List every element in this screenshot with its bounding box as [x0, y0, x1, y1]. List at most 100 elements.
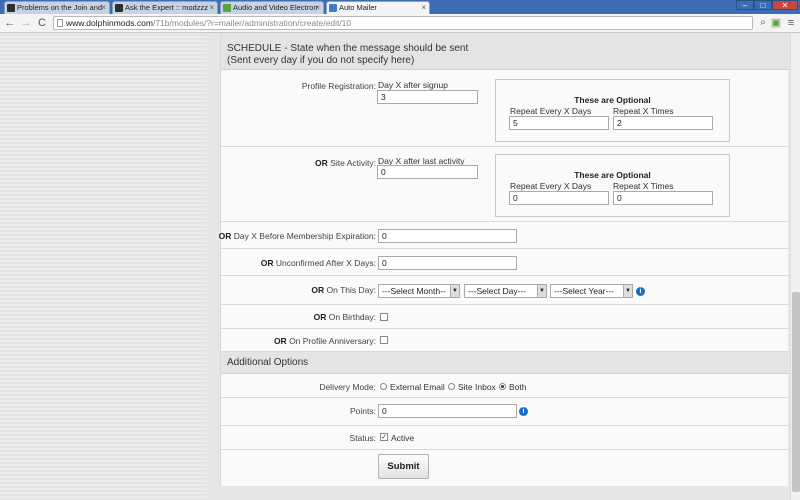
browser-tab[interactable]: Problems on the Join and × [4, 1, 110, 14]
url-path: /71b/modules/?r=mailer/administration/cr… [152, 18, 352, 28]
or-label: OR [273, 336, 287, 346]
info-icon[interactable]: i [636, 287, 645, 296]
year-select-value: ---Select Year--- [554, 286, 614, 296]
page-scrollbar[interactable] [790, 34, 800, 500]
forward-icon[interactable]: → [20, 17, 32, 29]
minimize-button[interactable]: – [736, 0, 754, 10]
form-panel: SCHEDULE - State when the message should… [218, 34, 789, 486]
day-select[interactable]: ---Select Day--- ▼ [464, 284, 547, 298]
url-host: www.dolphinmods.com [66, 18, 153, 28]
activity-optional-box: These are Optional Repeat Every X Days R… [495, 154, 730, 217]
birthday-checkbox[interactable] [380, 313, 388, 321]
tab-label: Audio and Video Electron [233, 3, 318, 12]
extension-icon[interactable]: ▣ [770, 17, 782, 29]
repeat-times-input[interactable]: 2 [613, 116, 713, 130]
additional-options-heading: Additional Options [221, 352, 789, 374]
back-icon[interactable]: ← [4, 17, 16, 29]
browser-toolbar: ← → C www.dolphinmods.com/71b/modules/?r… [0, 14, 800, 33]
page: SCHEDULE - State when the message should… [0, 34, 800, 500]
site-favicon-icon [329, 4, 337, 12]
radio-site-inbox[interactable] [448, 383, 455, 390]
schedule-heading-line1: SCHEDULE - State when the message should… [227, 43, 469, 54]
radio-both[interactable] [499, 383, 506, 390]
profile-registration-label: Profile Registration: [301, 81, 376, 91]
browser-tab[interactable]: Ask the Expert :: modzzz × [112, 1, 218, 14]
address-bar[interactable]: www.dolphinmods.com/71b/modules/?r=maile… [53, 16, 753, 30]
menu-icon[interactable]: ≡ [785, 17, 797, 29]
browser-tab[interactable]: Audio and Video Electron × [220, 1, 324, 14]
status-active-label: Active [391, 433, 415, 443]
schedule-heading-line2: (Sent every day if you do not specify he… [227, 55, 415, 66]
membership-expiration-row: OR Day X Before Membership Expiration: 0 [218, 222, 789, 249]
or-label: OR [311, 285, 325, 295]
anniversary-checkbox[interactable] [380, 336, 388, 344]
points-row: Points: 0 i [221, 398, 789, 426]
site-activity-label: OR Site Activity: [315, 158, 376, 168]
site-favicon-icon [223, 4, 231, 12]
status-checkbox[interactable]: ✓ [380, 433, 388, 441]
both-label: Both [509, 382, 527, 392]
delivery-mode-label: Delivery Mode: [319, 382, 376, 392]
dropdown-arrow-icon: ▼ [450, 285, 459, 297]
or-label: OR [260, 258, 274, 268]
dropdown-arrow-icon: ▼ [537, 285, 546, 297]
maximize-button[interactable]: □ [754, 0, 772, 10]
status-label: Status: [349, 433, 376, 443]
profile-registration-row: Profile Registration: Day X after signup… [221, 70, 789, 147]
repeat-times-input[interactable]: 0 [613, 191, 713, 205]
zoom-icon[interactable]: ⌕ [757, 17, 769, 29]
or-label: OR [313, 312, 327, 322]
repeat-times-label: Repeat X Times [613, 181, 674, 191]
day-select-value: ---Select Day--- [468, 286, 527, 296]
site-inbox-label: Site Inbox [458, 382, 496, 392]
birthday-row: OR On Birthday: [221, 305, 789, 329]
external-email-label: External Email [390, 382, 445, 392]
points-input[interactable]: 0 [378, 404, 517, 418]
day-after-signup-label: Day X after signup [378, 80, 448, 90]
close-tab-icon[interactable]: × [315, 2, 320, 14]
day-after-signup-input[interactable]: 3 [377, 90, 478, 104]
tab-label: Problems on the Join and [17, 3, 103, 12]
month-select[interactable]: ---Select Month-- ▼ [378, 284, 460, 298]
unconfirmed-row: OR Unconfirmed After X Days: 0 [221, 249, 789, 276]
left-column [0, 34, 207, 500]
dropdown-arrow-icon: ▼ [623, 285, 632, 297]
points-label: Points: [350, 406, 376, 416]
membership-expiration-input[interactable]: 0 [378, 229, 517, 243]
info-icon[interactable]: i [519, 407, 528, 416]
browser-tab-active[interactable]: Auto Mailer × [326, 1, 430, 14]
optional-title: These are Optional [574, 170, 651, 180]
close-tab-icon[interactable]: × [209, 2, 214, 14]
membership-expiration-text: Day X Before Membership Expiration: [233, 231, 376, 241]
browser-tab-bar: Problems on the Join and × Ask the Exper… [0, 0, 800, 14]
anniversary-row: OR On Profile Anniversary: [221, 329, 789, 352]
schedule-heading: SCHEDULE - State when the message should… [221, 34, 789, 70]
on-this-day-row: OR On This Day: ---Select Month-- ▼ ---S… [221, 276, 789, 305]
radio-external-email[interactable] [380, 383, 387, 390]
scrollbar-thumb[interactable] [792, 292, 800, 492]
close-window-button[interactable]: ✕ [772, 0, 798, 10]
delivery-mode-row: Delivery Mode: External Email Site Inbox… [221, 374, 789, 398]
close-tab-icon[interactable]: × [421, 2, 426, 14]
reload-icon[interactable]: C [36, 17, 48, 29]
birthday-text: On Birthday: [328, 312, 376, 322]
site-activity-row: OR Site Activity: Day X after last activ… [221, 147, 789, 222]
or-label: OR [315, 158, 328, 168]
site-favicon-icon [7, 4, 15, 12]
on-this-day-text: On This Day: [326, 285, 376, 295]
status-row: Status: ✓ Active [221, 426, 789, 450]
page-icon [57, 19, 63, 27]
unconfirmed-input[interactable]: 0 [378, 256, 517, 270]
day-after-activity-input[interactable]: 0 [377, 165, 478, 179]
repeat-days-input[interactable]: 5 [509, 116, 609, 130]
birthday-label: OR On Birthday: [314, 312, 376, 322]
year-select[interactable]: ---Select Year--- ▼ [550, 284, 633, 298]
repeat-days-label: Repeat Every X Days [510, 106, 592, 116]
or-label: OR [218, 231, 232, 241]
optional-title: These are Optional [574, 95, 651, 105]
repeat-days-input[interactable]: 0 [509, 191, 609, 205]
submit-button[interactable]: Submit [378, 454, 429, 479]
close-tab-icon[interactable]: × [101, 2, 106, 14]
anniversary-text: On Profile Anniversary: [289, 336, 376, 346]
unconfirmed-label: OR Unconfirmed After X Days: [261, 258, 376, 268]
